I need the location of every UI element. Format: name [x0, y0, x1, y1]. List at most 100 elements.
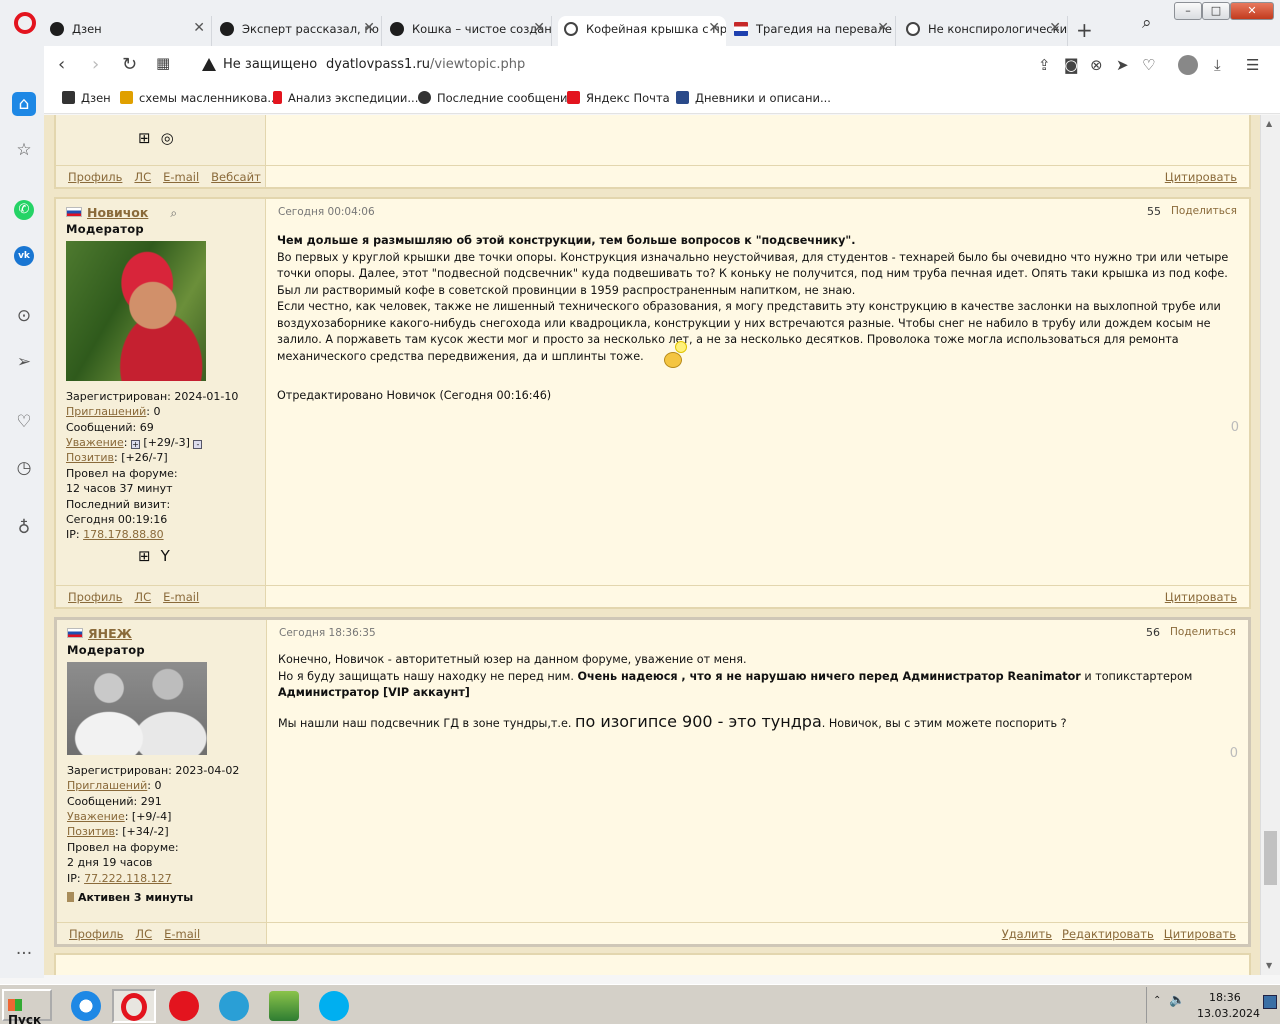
- tray-expand-icon[interactable]: ⌃: [1153, 995, 1161, 1006]
- email-link[interactable]: E-mail: [163, 170, 199, 184]
- author-name[interactable]: Новичок: [87, 205, 148, 220]
- yandex-taskbar-icon[interactable]: [162, 989, 206, 1023]
- telegram-taskbar-icon[interactable]: [212, 989, 256, 1023]
- heart-icon[interactable]: ♡: [12, 410, 36, 434]
- clock-time[interactable]: 18:36: [1209, 991, 1241, 1004]
- close-icon[interactable]: ✕: [1049, 20, 1061, 36]
- like-count[interactable]: 0: [1230, 746, 1238, 761]
- send-icon[interactable]: ➤: [1116, 56, 1129, 74]
- pm-link[interactable]: ЛС: [135, 927, 152, 941]
- close-icon[interactable]: ✕: [877, 20, 889, 36]
- positive-link[interactable]: Позитив: [67, 825, 115, 838]
- tab-expert[interactable]: Эксперт рассказал, по ✕: [214, 16, 382, 46]
- security-status[interactable]: Не защищено: [223, 57, 317, 72]
- post-number[interactable]: 56: [1146, 626, 1160, 639]
- invites-link[interactable]: Приглашений: [67, 779, 147, 792]
- tab-dzen[interactable]: Дзен ✕: [44, 16, 212, 46]
- respect-link[interactable]: Уважение: [67, 810, 125, 823]
- star-icon[interactable]: ☆: [12, 138, 36, 162]
- easy-setup-icon[interactable]: ☰: [1246, 56, 1259, 74]
- like-count[interactable]: 0: [1231, 420, 1239, 435]
- quote-link[interactable]: Цитировать: [1165, 590, 1237, 604]
- share-icon[interactable]: ⇪: [1038, 56, 1051, 74]
- clock-date[interactable]: 13.03.2024: [1197, 1007, 1260, 1020]
- vk-icon[interactable]: vk: [14, 246, 34, 266]
- pm-link[interactable]: ЛС: [134, 590, 151, 604]
- post-footer: Профиль ЛС E-mail Цитировать: [56, 585, 1249, 607]
- send-icon[interactable]: ➢: [12, 350, 36, 374]
- respect-link[interactable]: Уважение: [66, 436, 124, 449]
- forward-arrow-icon[interactable]: ›: [92, 54, 99, 75]
- bookmark-item[interactable]: Анализ экспедиции....: [273, 91, 422, 105]
- player-icon[interactable]: ⊙: [12, 304, 36, 328]
- bookmark-item[interactable]: Дневники и описани...: [676, 91, 831, 105]
- opera-logo-icon[interactable]: [14, 12, 36, 34]
- tab-cat[interactable]: Кошка – чистое создан ✕: [384, 16, 552, 46]
- skype-taskbar-icon[interactable]: [312, 989, 356, 1023]
- start-button[interactable]: Пуск: [2, 989, 52, 1024]
- profile-link[interactable]: Профиль: [68, 170, 122, 184]
- email-link[interactable]: E-mail: [164, 927, 200, 941]
- tab-not-conspiracy[interactable]: Не конспирологически ✕: [900, 16, 1068, 46]
- camera-icon[interactable]: ◙: [1064, 56, 1079, 74]
- invites-link[interactable]: Приглашений: [66, 405, 146, 418]
- invites-info: Приглашений: 0: [67, 779, 162, 793]
- volume-icon[interactable]: 🔈: [1169, 993, 1185, 1008]
- bookmark-item[interactable]: схемы масленникова...: [120, 91, 278, 105]
- positive-link[interactable]: Позитив: [66, 451, 114, 464]
- close-window-button[interactable]: ✕: [1230, 2, 1274, 20]
- close-icon[interactable]: ✕: [708, 20, 720, 36]
- ie-taskbar-icon[interactable]: [64, 989, 108, 1023]
- quote-link[interactable]: Цитировать: [1164, 927, 1236, 941]
- author-name[interactable]: ЯНЕЖ: [88, 626, 132, 641]
- close-icon[interactable]: ✕: [363, 20, 375, 36]
- more-icon[interactable]: ···: [12, 942, 36, 966]
- share-link[interactable]: Поделиться: [1171, 205, 1237, 217]
- home-icon[interactable]: ⌂: [12, 92, 36, 116]
- profile-avatar-icon[interactable]: [1178, 55, 1198, 75]
- pm-link[interactable]: ЛС: [134, 170, 151, 184]
- search-icon[interactable]: ⌕: [170, 206, 177, 221]
- reload-icon[interactable]: ↻: [122, 54, 137, 75]
- bookmark-item[interactable]: Последние сообщения: [418, 91, 574, 105]
- edit-link[interactable]: Редактировать: [1062, 927, 1154, 941]
- minimize-window-button[interactable]: –: [1174, 2, 1202, 20]
- url-field[interactable]: dyatlovpass1.ru/viewtopic.php: [326, 57, 525, 72]
- close-icon[interactable]: ✕: [193, 20, 205, 36]
- share-link[interactable]: Поделиться: [1170, 626, 1236, 638]
- profile-link[interactable]: Профиль: [69, 927, 123, 941]
- quote-link[interactable]: Цитировать: [1165, 170, 1237, 184]
- close-icon[interactable]: ✕: [533, 20, 545, 36]
- maximize-window-button[interactable]: □: [1202, 2, 1230, 20]
- post-number[interactable]: 55: [1147, 205, 1161, 218]
- scroll-down-icon[interactable]: ▼: [1266, 961, 1272, 970]
- heart-icon[interactable]: ♡: [1142, 56, 1155, 74]
- whatsapp-icon[interactable]: ✆: [14, 200, 34, 220]
- website-link[interactable]: Вебсайт: [211, 170, 261, 184]
- ip-link[interactable]: 178.178.88.80: [83, 528, 163, 541]
- opera-taskbar-icon[interactable]: [112, 989, 156, 1023]
- tab-search-icon[interactable]: ⌕: [1142, 13, 1152, 33]
- back-arrow-icon[interactable]: ‹: [58, 54, 65, 75]
- scroll-up-icon[interactable]: ▲: [1266, 119, 1272, 128]
- tab-coffee-lid[interactable]: Кофейная крышка с пр ✕: [558, 16, 726, 46]
- download-icon[interactable]: ⤓: [1214, 56, 1221, 74]
- tab-overview-icon[interactable]: ▦: [156, 54, 170, 72]
- respect-plus-button[interactable]: +: [130, 440, 140, 450]
- bookmark-item[interactable]: Яндекс Почта: [567, 91, 670, 105]
- lightbulb-icon[interactable]: ♁: [12, 516, 36, 540]
- email-link[interactable]: E-mail: [163, 590, 199, 604]
- ip-link[interactable]: 77.222.118.127: [84, 872, 171, 885]
- new-tab-plus-icon[interactable]: +: [1076, 18, 1093, 42]
- show-desktop-icon[interactable]: [1263, 995, 1277, 1009]
- profile-link[interactable]: Профиль: [68, 590, 122, 604]
- respect-minus-button[interactable]: -: [193, 440, 203, 450]
- delete-link[interactable]: Удалить: [1002, 927, 1052, 941]
- tab-tragedy[interactable]: Трагедия на перевале ✕: [728, 16, 896, 46]
- adblock-icon[interactable]: ⊗: [1090, 56, 1103, 74]
- scrollbar-thumb[interactable]: [1264, 831, 1277, 885]
- network-app-taskbar-icon[interactable]: [262, 989, 306, 1023]
- bookmark-item[interactable]: Дзен: [62, 91, 111, 105]
- history-icon[interactable]: ◷: [12, 456, 36, 480]
- page-scrollbar[interactable]: ▲ ▼: [1260, 115, 1280, 975]
